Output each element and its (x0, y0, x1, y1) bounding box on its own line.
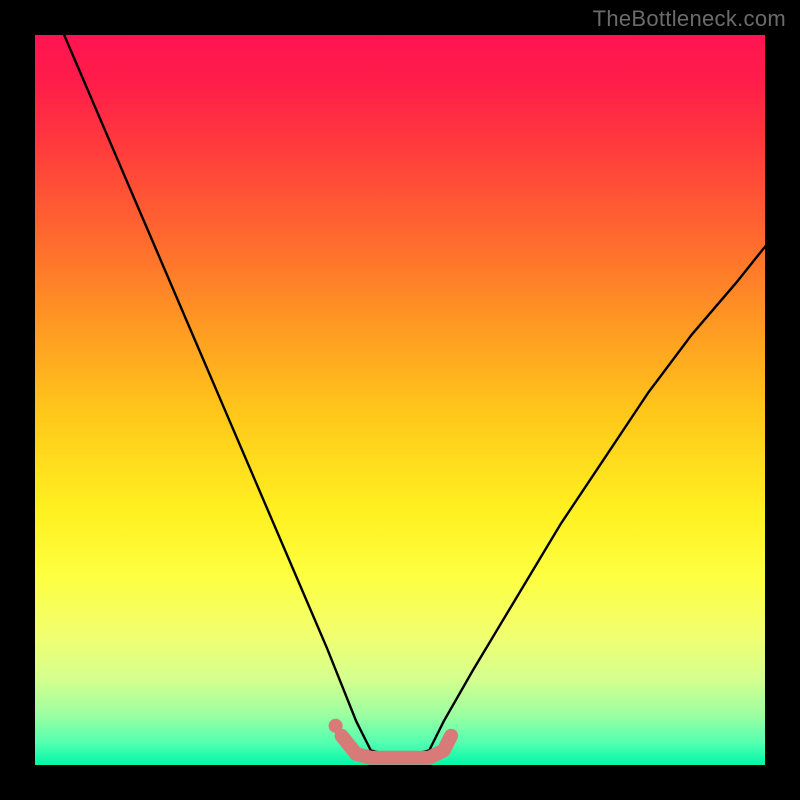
bottleneck-curve (64, 35, 765, 758)
plot-area (35, 35, 765, 765)
optimal-range-dot (329, 719, 343, 733)
chart-frame: TheBottleneck.com (0, 0, 800, 800)
watermark-text: TheBottleneck.com (593, 6, 786, 32)
curve-layer (35, 35, 765, 765)
